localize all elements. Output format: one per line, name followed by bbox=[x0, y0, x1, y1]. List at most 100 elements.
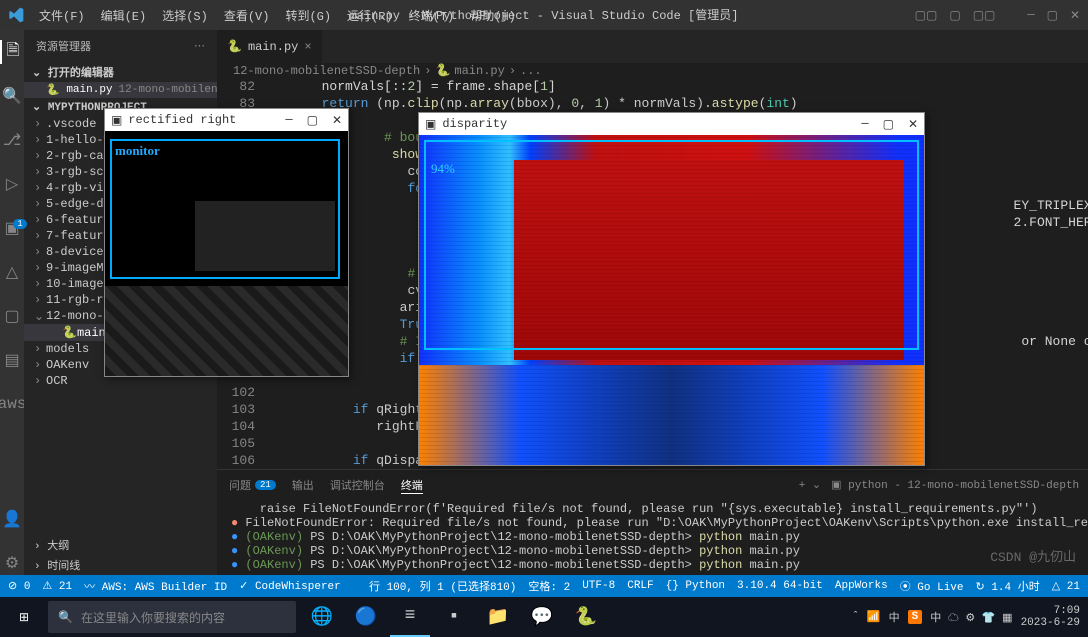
tab-output[interactable]: 输出 bbox=[292, 477, 314, 493]
tab-terminal[interactable]: 终端 bbox=[401, 477, 423, 494]
panel: 问题21 输出 调试控制台 终端 + ⌄ ▣ python - 12-mono-… bbox=[217, 469, 1088, 575]
account-icon[interactable]: 👤 bbox=[0, 507, 24, 531]
python-icon[interactable]: 🐍 bbox=[566, 597, 606, 637]
wechat-icon[interactable]: 💬 bbox=[522, 597, 562, 637]
status-item[interactable]: UTF-8 bbox=[582, 580, 615, 592]
status-item[interactable]: 〰 AWS: AWS Builder ID bbox=[84, 578, 227, 594]
terminal-icon[interactable]: ▪ bbox=[434, 597, 474, 637]
close-tab-icon[interactable]: × bbox=[304, 40, 311, 54]
tab-debug[interactable]: 调试控制台 bbox=[330, 477, 385, 493]
debug-icon[interactable]: ▷ bbox=[0, 172, 24, 196]
close-icon[interactable]: ✕ bbox=[332, 113, 342, 128]
clock[interactable]: 7:092023-6-29 bbox=[1021, 605, 1080, 629]
status-item[interactable]: CRLF bbox=[627, 580, 653, 592]
menu-select[interactable]: 选择(S) bbox=[155, 4, 215, 27]
status-item[interactable]: {} Python bbox=[666, 580, 725, 592]
extensions-icon[interactable]: ▣1 bbox=[0, 216, 24, 240]
search-icon[interactable]: 🔍 bbox=[0, 84, 24, 108]
gear-icon[interactable]: ⚙ bbox=[0, 551, 24, 575]
sidebar-header: 资源管理器 ⋯ bbox=[24, 30, 217, 62]
minimize-button[interactable]: ─ bbox=[1027, 8, 1034, 23]
confidence-label: 94% bbox=[431, 161, 455, 177]
layout-icon[interactable]: ▢▢ bbox=[973, 8, 996, 23]
sogou-ime-icon[interactable]: S bbox=[908, 610, 923, 624]
status-item[interactable]: ✓ CodeWhisperer bbox=[239, 579, 341, 593]
window-title: main.py - MyPythonProject - Visual Studi… bbox=[350, 6, 739, 23]
python-file-icon: 🐍 bbox=[227, 39, 242, 54]
explorer-app-icon[interactable]: 📁 bbox=[478, 597, 518, 637]
status-item[interactable]: ⊘ 0 bbox=[8, 579, 30, 593]
vscode-icon[interactable]: ≡ bbox=[390, 597, 430, 637]
chevron-up-icon[interactable]: ˆ bbox=[852, 611, 859, 623]
ime-icon[interactable]: 中 bbox=[889, 609, 900, 625]
status-item[interactable]: 行 100, 列 1 (已选择810) bbox=[369, 578, 516, 594]
watermark: CSDN @九仞山 bbox=[990, 546, 1076, 565]
open-editor-label: main.py bbox=[66, 84, 112, 96]
bookmark-icon[interactable]: ▢ bbox=[0, 304, 24, 328]
tab-problems[interactable]: 问题21 bbox=[229, 477, 276, 493]
minimize-icon[interactable]: ─ bbox=[861, 117, 868, 132]
status-item[interactable]: AppWorks bbox=[835, 580, 888, 592]
menu-file[interactable]: 文件(F) bbox=[32, 4, 92, 27]
outline-section[interactable]: › 大纲 bbox=[24, 535, 217, 555]
close-icon[interactable]: ✕ bbox=[908, 117, 918, 132]
minimize-icon[interactable]: ─ bbox=[285, 113, 292, 128]
python-file-icon: 🐍 bbox=[435, 63, 450, 78]
chrome-icon[interactable]: 🌐 bbox=[302, 597, 342, 637]
tray-icon[interactable]: 中 ☁ ⚙ 👕 ▦ bbox=[930, 609, 1012, 625]
timeline-section[interactable]: › 时间线 bbox=[24, 555, 217, 575]
close-button[interactable]: ✕ bbox=[1070, 8, 1080, 23]
status-item[interactable]: 3.10.4 64-bit bbox=[737, 580, 823, 592]
vscode-logo-icon bbox=[8, 7, 24, 23]
open-editors-section[interactable]: ⌄ 打开的编辑器 bbox=[24, 62, 217, 82]
menu-edit[interactable]: 编辑(E) bbox=[94, 4, 154, 27]
start-button[interactable]: ⊞ bbox=[0, 597, 48, 637]
titlebar-controls: ▢▢ ▢ ▢▢ ─ ▢ ✕ bbox=[915, 8, 1080, 23]
tab-main-py[interactable]: 🐍 main.py × bbox=[217, 30, 323, 63]
git-icon[interactable]: ⎇ bbox=[0, 128, 24, 152]
more-icon[interactable]: ⋯ bbox=[194, 39, 205, 53]
open-editor-item[interactable]: 🐍 main.py 12-mono-mobilenetSSD-de... bbox=[24, 82, 217, 98]
status-item[interactable]: 空格: 2 bbox=[528, 578, 570, 594]
edge-icon[interactable]: 🔵 bbox=[346, 597, 386, 637]
system-tray: ˆ 📶 中 S 中 ☁ ⚙ 👕 ▦ 7:092023-6-29 bbox=[852, 605, 1088, 629]
status-bar: ⊘ 0 ⚠ 21 〰 AWS: AWS Builder ID ✓ CodeWhi… bbox=[0, 575, 1088, 597]
status-item[interactable]: ⚠ 21 bbox=[42, 579, 72, 593]
status-item[interactable]: ↻ 1.4 小时 bbox=[976, 578, 1040, 594]
maximize-icon[interactable]: ▢ bbox=[883, 117, 894, 132]
terminal-output[interactable]: raise FileNotFoundError(f'Required file/… bbox=[217, 500, 1088, 575]
add-terminal-icon[interactable]: + ⌄ bbox=[799, 478, 821, 492]
menu-view[interactable]: 查看(V) bbox=[217, 4, 277, 27]
rectified-right-window[interactable]: ▣ rectified right ─▢✕ monitor bbox=[104, 108, 349, 377]
aws-icon[interactable]: aws bbox=[0, 392, 24, 416]
maximize-icon[interactable]: ▢ bbox=[307, 113, 318, 128]
docs-icon[interactable]: ▤ bbox=[0, 348, 24, 372]
search-placeholder: 在这里输入你要搜索的内容 bbox=[81, 609, 225, 626]
sidebar-title: 资源管理器 bbox=[36, 38, 91, 54]
rectified-right-image: monitor bbox=[105, 131, 348, 376]
cv-titlebar[interactable]: ▣ disparity ─ ▢ ✕ bbox=[419, 113, 924, 135]
activity-bar: 🗎 🔍 ⎇ ▷ ▣1 △ ▢ ▤ aws 👤 ⚙ bbox=[0, 30, 24, 575]
status-item[interactable]: ⦿ Go Live bbox=[900, 578, 964, 594]
breadcrumb-item[interactable]: main.py bbox=[454, 64, 504, 78]
tab-label: main.py bbox=[248, 40, 298, 54]
python-file-icon: 🐍 bbox=[46, 83, 60, 97]
search-icon: 🔍 bbox=[58, 610, 73, 625]
breadcrumb-item[interactable]: ... bbox=[520, 64, 542, 78]
cv-titlebar[interactable]: ▣ rectified right ─▢✕ bbox=[105, 109, 348, 131]
maximize-button[interactable]: ▢ bbox=[1047, 8, 1058, 23]
test-icon[interactable]: △ bbox=[0, 260, 24, 284]
layout-icon[interactable]: ▢▢ bbox=[915, 8, 938, 23]
explorer-icon[interactable]: 🗎 bbox=[0, 40, 24, 64]
breadcrumb-item[interactable]: 12-mono-mobilenetSSD-depth bbox=[233, 64, 420, 78]
menu-goto[interactable]: 转到(G) bbox=[278, 4, 338, 27]
status-item[interactable]: △ 21 bbox=[1052, 579, 1080, 593]
taskbar-search[interactable]: 🔍 在这里输入你要搜索的内容 bbox=[48, 601, 296, 633]
breadcrumb[interactable]: 12-mono-mobilenetSSD-depth › 🐍 main.py ›… bbox=[217, 63, 1088, 78]
window-title: disparity bbox=[442, 117, 507, 131]
layout-icon[interactable]: ▢ bbox=[949, 8, 960, 23]
disparity-window[interactable]: ▣ disparity ─ ▢ ✕ 94% bbox=[418, 112, 925, 466]
terminal-dropdown[interactable]: ▣ python - 12-mono-mobilenetSSD-depth bbox=[831, 478, 1079, 492]
app-icon: ▣ bbox=[425, 117, 436, 132]
wifi-icon[interactable]: 📶 bbox=[867, 610, 881, 624]
